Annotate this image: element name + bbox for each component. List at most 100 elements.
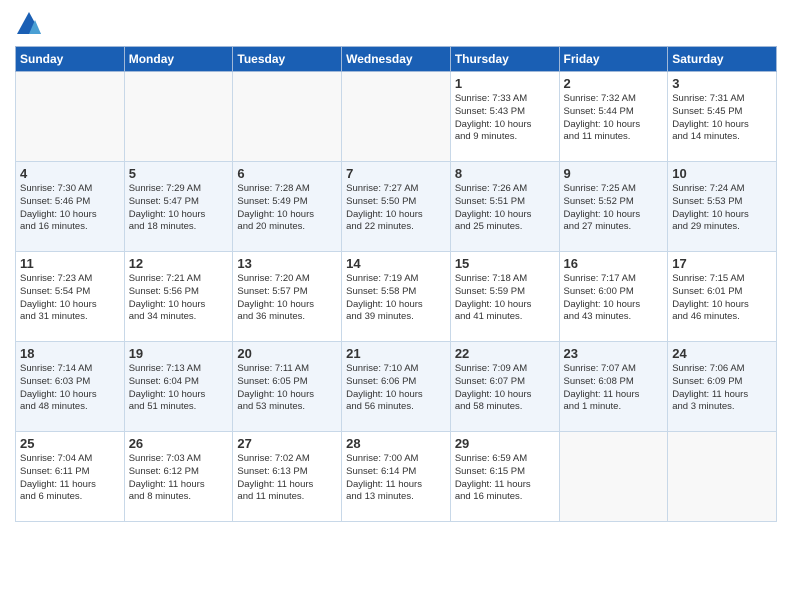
- weekday-header-tuesday: Tuesday: [233, 47, 342, 72]
- calendar-cell: [342, 72, 451, 162]
- calendar-cell: 15 Sunrise: 7:18 AM Sunset: 5:59 PM Dayli…: [450, 252, 559, 342]
- day-number: 13: [237, 256, 337, 271]
- day-info: Sunrise: 7:23 AM Sunset: 5:54 PM Dayligh…: [20, 273, 120, 324]
- calendar-cell: [16, 72, 125, 162]
- day-number: 19: [129, 346, 229, 361]
- weekday-header-sunday: Sunday: [16, 47, 125, 72]
- weekday-header-friday: Friday: [559, 47, 668, 72]
- calendar-cell: [668, 432, 777, 522]
- day-info: Sunrise: 7:04 AM Sunset: 6:11 PM Dayligh…: [20, 453, 120, 504]
- day-info: Sunrise: 7:31 AM Sunset: 5:45 PM Dayligh…: [672, 93, 772, 144]
- day-info: Sunrise: 7:32 AM Sunset: 5:44 PM Dayligh…: [564, 93, 664, 144]
- calendar-cell: 29 Sunrise: 6:59 AM Sunset: 6:15 PM Dayli…: [450, 432, 559, 522]
- calendar-week-1: 4 Sunrise: 7:30 AM Sunset: 5:46 PM Daylig…: [16, 162, 777, 252]
- calendar-cell: 27 Sunrise: 7:02 AM Sunset: 6:13 PM Dayli…: [233, 432, 342, 522]
- calendar-cell: 10 Sunrise: 7:24 AM Sunset: 5:53 PM Dayli…: [668, 162, 777, 252]
- day-info: Sunrise: 7:07 AM Sunset: 6:08 PM Dayligh…: [564, 363, 664, 414]
- day-info: Sunrise: 7:06 AM Sunset: 6:09 PM Dayligh…: [672, 363, 772, 414]
- calendar-cell: 21 Sunrise: 7:10 AM Sunset: 6:06 PM Dayli…: [342, 342, 451, 432]
- calendar-cell: 19 Sunrise: 7:13 AM Sunset: 6:04 PM Dayli…: [124, 342, 233, 432]
- day-info: Sunrise: 7:09 AM Sunset: 6:07 PM Dayligh…: [455, 363, 555, 414]
- weekday-header-wednesday: Wednesday: [342, 47, 451, 72]
- day-number: 21: [346, 346, 446, 361]
- calendar-week-2: 11Sunrise: 7:23 AM Sunset: 5:54 PM Dayli…: [16, 252, 777, 342]
- calendar-cell: 17 Sunrise: 7:15 AM Sunset: 6:01 PM Dayli…: [668, 252, 777, 342]
- day-number: 24: [672, 346, 772, 361]
- logo-icon: [15, 10, 43, 38]
- logo: [15, 10, 46, 38]
- day-info: Sunrise: 7:20 AM Sunset: 5:57 PM Dayligh…: [237, 273, 337, 324]
- calendar-header: SundayMondayTuesdayWednesdayThursdayFrid…: [16, 47, 777, 72]
- calendar-cell: 14 Sunrise: 7:19 AM Sunset: 5:58 PM Dayli…: [342, 252, 451, 342]
- day-number: 17: [672, 256, 772, 271]
- header: [15, 10, 777, 38]
- day-info: Sunrise: 7:33 AM Sunset: 5:43 PM Dayligh…: [455, 93, 555, 144]
- day-info: Sunrise: 7:28 AM Sunset: 5:49 PM Dayligh…: [237, 183, 337, 234]
- day-info: Sunrise: 7:17 AM Sunset: 6:00 PM Dayligh…: [564, 273, 664, 324]
- calendar-body: 1 Sunrise: 7:33 AM Sunset: 5:43 PM Daylig…: [16, 72, 777, 522]
- calendar-week-4: 25 Sunrise: 7:04 AM Sunset: 6:11 PM Dayli…: [16, 432, 777, 522]
- calendar-cell: [124, 72, 233, 162]
- day-info: Sunrise: 7:14 AM Sunset: 6:03 PM Dayligh…: [20, 363, 120, 414]
- day-number: 2: [564, 76, 664, 91]
- day-info: Sunrise: 7:02 AM Sunset: 6:13 PM Dayligh…: [237, 453, 337, 504]
- day-number: 3: [672, 76, 772, 91]
- weekday-header-monday: Monday: [124, 47, 233, 72]
- day-info: Sunrise: 7:21 AM Sunset: 5:56 PM Dayligh…: [129, 273, 229, 324]
- day-number: 23: [564, 346, 664, 361]
- day-number: 26: [129, 436, 229, 451]
- day-number: 18: [20, 346, 120, 361]
- calendar-week-0: 1 Sunrise: 7:33 AM Sunset: 5:43 PM Daylig…: [16, 72, 777, 162]
- weekday-header-saturday: Saturday: [668, 47, 777, 72]
- calendar-cell: 18 Sunrise: 7:14 AM Sunset: 6:03 PM Dayli…: [16, 342, 125, 432]
- calendar-cell: 28Sunrise: 7:00 AM Sunset: 6:14 PM Dayli…: [342, 432, 451, 522]
- day-number: 27: [237, 436, 337, 451]
- day-info: Sunrise: 7:15 AM Sunset: 6:01 PM Dayligh…: [672, 273, 772, 324]
- day-number: 7: [346, 166, 446, 181]
- day-info: Sunrise: 6:59 AM Sunset: 6:15 PM Dayligh…: [455, 453, 555, 504]
- weekday-header-row: SundayMondayTuesdayWednesdayThursdayFrid…: [16, 47, 777, 72]
- page-container: SundayMondayTuesdayWednesdayThursdayFrid…: [0, 0, 792, 527]
- calendar-cell: 23 Sunrise: 7:07 AM Sunset: 6:08 PM Dayli…: [559, 342, 668, 432]
- calendar-cell: 5Sunrise: 7:29 AM Sunset: 5:47 PM Daylig…: [124, 162, 233, 252]
- day-info: Sunrise: 7:24 AM Sunset: 5:53 PM Dayligh…: [672, 183, 772, 234]
- day-number: 1: [455, 76, 555, 91]
- calendar-cell: [559, 432, 668, 522]
- calendar-cell: 2 Sunrise: 7:32 AM Sunset: 5:44 PM Daylig…: [559, 72, 668, 162]
- day-number: 5: [129, 166, 229, 181]
- day-number: 16: [564, 256, 664, 271]
- day-number: 20: [237, 346, 337, 361]
- calendar-cell: 26 Sunrise: 7:03 AM Sunset: 6:12 PM Dayli…: [124, 432, 233, 522]
- calendar-cell: [233, 72, 342, 162]
- day-info: Sunrise: 7:30 AM Sunset: 5:46 PM Dayligh…: [20, 183, 120, 234]
- day-number: 15: [455, 256, 555, 271]
- day-number: 4: [20, 166, 120, 181]
- calendar-cell: 7 Sunrise: 7:27 AM Sunset: 5:50 PM Daylig…: [342, 162, 451, 252]
- calendar-week-3: 18 Sunrise: 7:14 AM Sunset: 6:03 PM Dayli…: [16, 342, 777, 432]
- day-info: Sunrise: 7:26 AM Sunset: 5:51 PM Dayligh…: [455, 183, 555, 234]
- day-info: Sunrise: 7:19 AM Sunset: 5:58 PM Dayligh…: [346, 273, 446, 324]
- calendar-cell: 13 Sunrise: 7:20 AM Sunset: 5:57 PM Dayli…: [233, 252, 342, 342]
- calendar-cell: 4 Sunrise: 7:30 AM Sunset: 5:46 PM Daylig…: [16, 162, 125, 252]
- weekday-header-thursday: Thursday: [450, 47, 559, 72]
- day-number: 28: [346, 436, 446, 451]
- day-number: 25: [20, 436, 120, 451]
- day-number: 6: [237, 166, 337, 181]
- day-info: Sunrise: 7:11 AM Sunset: 6:05 PM Dayligh…: [237, 363, 337, 414]
- day-number: 22: [455, 346, 555, 361]
- calendar-cell: 11Sunrise: 7:23 AM Sunset: 5:54 PM Dayli…: [16, 252, 125, 342]
- day-info: Sunrise: 7:03 AM Sunset: 6:12 PM Dayligh…: [129, 453, 229, 504]
- day-number: 14: [346, 256, 446, 271]
- day-number: 29: [455, 436, 555, 451]
- day-info: Sunrise: 7:18 AM Sunset: 5:59 PM Dayligh…: [455, 273, 555, 324]
- calendar-cell: 6 Sunrise: 7:28 AM Sunset: 5:49 PM Daylig…: [233, 162, 342, 252]
- calendar-cell: 20 Sunrise: 7:11 AM Sunset: 6:05 PM Dayli…: [233, 342, 342, 432]
- day-info: Sunrise: 7:10 AM Sunset: 6:06 PM Dayligh…: [346, 363, 446, 414]
- day-number: 12: [129, 256, 229, 271]
- day-info: Sunrise: 7:27 AM Sunset: 5:50 PM Dayligh…: [346, 183, 446, 234]
- calendar-cell: 9Sunrise: 7:25 AM Sunset: 5:52 PM Daylig…: [559, 162, 668, 252]
- calendar-cell: 25 Sunrise: 7:04 AM Sunset: 6:11 PM Dayli…: [16, 432, 125, 522]
- day-info: Sunrise: 7:25 AM Sunset: 5:52 PM Dayligh…: [564, 183, 664, 234]
- day-info: Sunrise: 7:13 AM Sunset: 6:04 PM Dayligh…: [129, 363, 229, 414]
- day-number: 10: [672, 166, 772, 181]
